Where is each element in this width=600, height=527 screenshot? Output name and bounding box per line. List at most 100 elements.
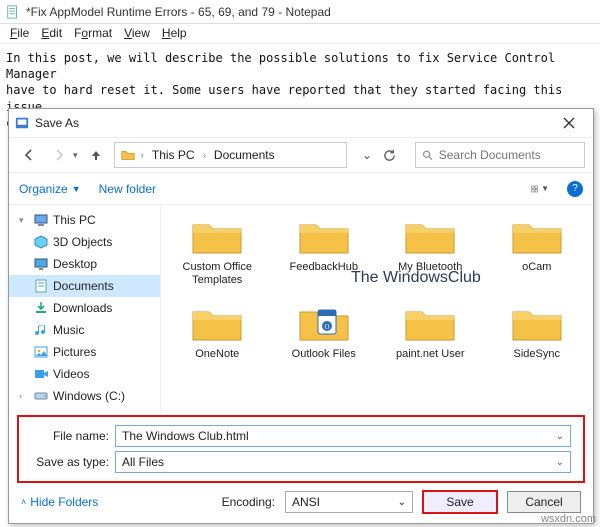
nav-row: ▾ › This PC › Documents ⌄ bbox=[9, 137, 593, 173]
tree-item-pictures[interactable]: Pictures bbox=[9, 341, 160, 363]
folder-label: oCam bbox=[492, 261, 582, 274]
folder-tile[interactable]: SideSync bbox=[487, 300, 588, 361]
tree-item-videos[interactable]: Videos bbox=[9, 363, 160, 385]
folder-tile[interactable]: Custom Office Templates bbox=[167, 213, 268, 286]
organize-button[interactable]: Organize ▼ bbox=[19, 182, 81, 196]
folder-tile[interactable]: My Bluetooth bbox=[380, 213, 481, 286]
close-button[interactable] bbox=[551, 112, 587, 134]
up-button[interactable] bbox=[84, 143, 108, 167]
tree-item-recovery-d-[interactable]: ›RECOVERY (D:) bbox=[9, 407, 160, 411]
folder-tile[interactable]: paint.net User bbox=[380, 300, 481, 361]
save-as-type-select[interactable]: All Files ⌄ bbox=[115, 451, 571, 473]
organize-label: Organize bbox=[19, 182, 68, 196]
tree-item-label: Documents bbox=[53, 279, 114, 293]
dialog-footer: ˄ Hide Folders Encoding: ANSI ⌄ Save Can… bbox=[9, 485, 593, 523]
tree-item-documents[interactable]: Documents bbox=[9, 275, 160, 297]
hide-folders-button[interactable]: ˄ Hide Folders bbox=[21, 495, 98, 509]
tree-item-music[interactable]: Music bbox=[9, 319, 160, 341]
save-as-type-value: All Files bbox=[122, 455, 556, 469]
file-name-input[interactable]: The Windows Club.html ⌄ bbox=[115, 425, 571, 447]
chevron-right-icon: › bbox=[201, 150, 208, 161]
chevron-down-icon[interactable]: ⌄ bbox=[556, 431, 564, 442]
desktop-icon bbox=[33, 256, 49, 272]
3d-icon bbox=[33, 234, 49, 250]
tree-item-label: Videos bbox=[53, 367, 89, 381]
menu-file[interactable]: File bbox=[6, 26, 33, 41]
drive-icon bbox=[33, 410, 49, 411]
search-input[interactable] bbox=[439, 148, 578, 162]
folder-icon bbox=[509, 300, 565, 344]
music-icon bbox=[33, 322, 49, 338]
site-watermark: wsxdn.com bbox=[541, 513, 596, 525]
forward-button[interactable] bbox=[47, 143, 71, 167]
encoding-select[interactable]: ANSI ⌄ bbox=[285, 491, 413, 513]
encoding-value: ANSI bbox=[292, 495, 394, 509]
videos-icon bbox=[33, 366, 49, 382]
folder-icon bbox=[509, 213, 565, 257]
chevron-down-icon: ▼ bbox=[72, 184, 81, 194]
refresh-icon[interactable] bbox=[383, 149, 399, 162]
chevron-down-icon[interactable]: ⌄ bbox=[398, 497, 406, 508]
save-button[interactable]: Save bbox=[423, 491, 497, 513]
folder-icon bbox=[402, 300, 458, 344]
drive-icon bbox=[33, 388, 49, 404]
chevron-right-icon: › bbox=[139, 150, 146, 161]
menu-view[interactable]: View bbox=[120, 26, 154, 41]
search-box[interactable] bbox=[415, 142, 585, 168]
notepad-titlebar: *Fix AppModel Runtime Errors - 65, 69, a… bbox=[0, 0, 600, 24]
expand-icon[interactable]: ▾ bbox=[19, 215, 29, 226]
pc-icon bbox=[33, 212, 49, 228]
folder-tile[interactable]: FeedbackHub bbox=[274, 213, 375, 286]
menu-edit[interactable]: Edit bbox=[37, 26, 66, 41]
tree-item-3d-objects[interactable]: 3D Objects bbox=[9, 231, 160, 253]
save-label: Save bbox=[446, 495, 473, 509]
chevron-down-icon[interactable]: ⌄ bbox=[556, 457, 564, 468]
folder-tile[interactable]: OneNote bbox=[167, 300, 268, 361]
breadcrumb-current[interactable]: Documents bbox=[212, 148, 277, 162]
pictures-icon bbox=[33, 344, 49, 360]
tree-item-label: Desktop bbox=[53, 257, 97, 271]
downloads-icon bbox=[33, 300, 49, 316]
view-button[interactable]: ▼ bbox=[531, 180, 549, 198]
help-button[interactable]: ? bbox=[567, 181, 583, 197]
content-area[interactable]: Custom Office Templates FeedbackHub My Blu… bbox=[161, 205, 593, 411]
expand-icon[interactable]: › bbox=[19, 391, 29, 401]
dialog-icon bbox=[15, 116, 29, 130]
save-as-type-label: Save as type: bbox=[31, 455, 109, 469]
address-bar[interactable]: › This PC › Documents bbox=[114, 142, 347, 168]
new-folder-button[interactable]: New folder bbox=[99, 182, 156, 196]
dropdown-icon[interactable]: ⌄ bbox=[359, 148, 375, 162]
folder-icon bbox=[402, 213, 458, 257]
folder-icon: O bbox=[296, 300, 352, 344]
cancel-label: Cancel bbox=[525, 495, 562, 509]
folder-label: My Bluetooth bbox=[385, 261, 475, 274]
tree-item-downloads[interactable]: Downloads bbox=[9, 297, 160, 319]
history-dropdown-icon[interactable]: ▾ bbox=[73, 150, 78, 161]
encoding-label: Encoding: bbox=[222, 495, 275, 509]
folder-label: FeedbackHub bbox=[279, 261, 369, 274]
breadcrumb-root[interactable]: This PC bbox=[150, 148, 197, 162]
folder-icon bbox=[189, 300, 245, 344]
search-icon bbox=[422, 149, 433, 161]
cancel-button[interactable]: Cancel bbox=[507, 491, 581, 513]
folder-label: Custom Office Templates bbox=[172, 261, 262, 286]
tree-item-label: Windows (C:) bbox=[53, 389, 125, 403]
file-name-label: File name: bbox=[31, 429, 109, 443]
tree-item-windows-c-[interactable]: › Windows (C:) bbox=[9, 385, 160, 407]
menu-help[interactable]: Help bbox=[158, 26, 191, 41]
folder-icon bbox=[121, 148, 135, 162]
tree-item-label: Music bbox=[53, 323, 84, 337]
dialog-title: Save As bbox=[35, 116, 551, 130]
folder-tile[interactable]: oCam bbox=[487, 213, 588, 286]
menu-format[interactable]: Format bbox=[70, 26, 116, 41]
toolbar: Organize ▼ New folder ▼ ? bbox=[9, 173, 593, 205]
nav-tree: ▾This PC3D Objects Desktop Documents Downlo… bbox=[9, 205, 161, 411]
back-button[interactable] bbox=[17, 143, 41, 167]
folder-tile[interactable]: OOutlook Files bbox=[274, 300, 375, 361]
address-tools: ⌄ bbox=[359, 148, 399, 162]
file-name-value: The Windows Club.html bbox=[122, 429, 556, 443]
save-as-dialog: Save As ▾ › This PC › Documents ⌄ bbox=[8, 108, 594, 524]
tree-item-this-pc[interactable]: ▾This PC bbox=[9, 209, 160, 231]
tree-item-desktop[interactable]: Desktop bbox=[9, 253, 160, 275]
docs-icon bbox=[33, 278, 49, 294]
